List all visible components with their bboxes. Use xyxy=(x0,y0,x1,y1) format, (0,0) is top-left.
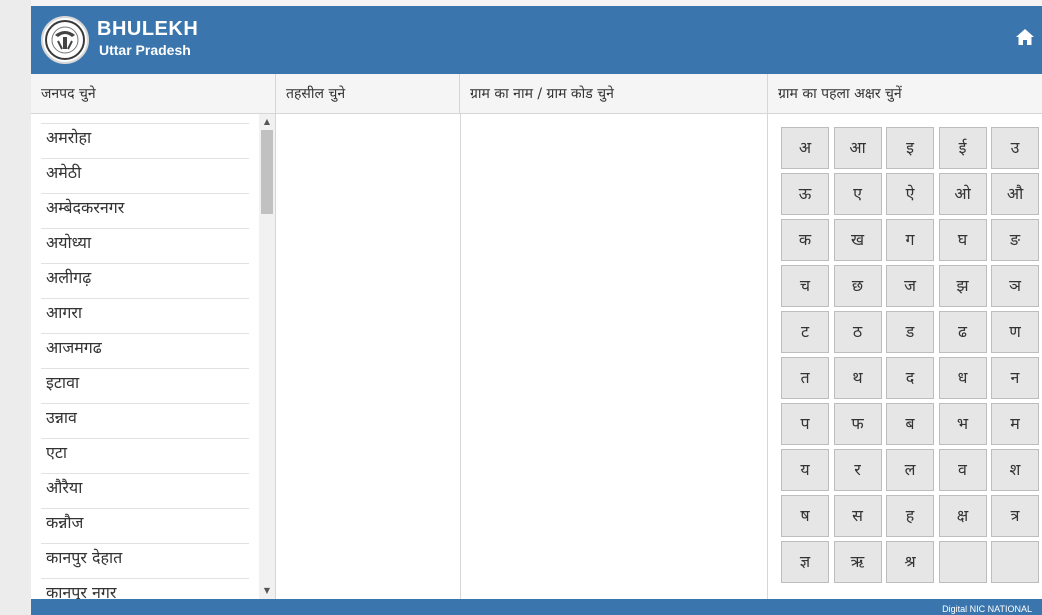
scroll-down-arrow-icon[interactable]: ▼ xyxy=(259,585,275,597)
letter-button[interactable]: व xyxy=(938,449,987,491)
district-item[interactable]: उन्नाव xyxy=(41,403,249,438)
letter-button[interactable]: त्र xyxy=(991,495,1039,537)
village-panel[interactable] xyxy=(461,114,768,599)
letter-button[interactable]: अ xyxy=(781,127,829,169)
letter-button[interactable]: ख xyxy=(833,219,882,261)
letter-button[interactable]: ओ xyxy=(938,173,987,215)
letter-button[interactable]: झ xyxy=(938,265,987,307)
district-item[interactable]: कानपुर नगर xyxy=(41,578,249,599)
district-item[interactable]: आगरा xyxy=(41,298,249,333)
letter-button[interactable]: श्र xyxy=(886,541,934,583)
district-item[interactable]: अलीगढ़ xyxy=(41,263,249,298)
letter-button[interactable]: र xyxy=(833,449,882,491)
letter-button[interactable]: आ xyxy=(833,127,882,169)
left-gutter xyxy=(0,0,31,615)
letter-button[interactable]: क्ष xyxy=(938,495,987,537)
letter-button[interactable]: च xyxy=(781,265,829,307)
letter-button[interactable]: उ xyxy=(991,127,1039,169)
district-item[interactable]: आजमगढ xyxy=(41,333,249,368)
letter-button[interactable]: भ xyxy=(938,403,987,445)
column-headers: जनपद चुने तहसील चुने ग्राम का नाम / ग्रा… xyxy=(31,74,1042,114)
district-item[interactable]: कानपुर देहात xyxy=(41,543,249,578)
district-item[interactable]: इटावा xyxy=(41,368,249,403)
brand-subtitle: Uttar Pradesh xyxy=(99,42,191,58)
emblem-icon xyxy=(45,20,85,60)
letter-button[interactable]: क xyxy=(781,219,829,261)
letter-button[interactable] xyxy=(991,541,1039,583)
district-item[interactable]: औरैया xyxy=(41,473,249,508)
letter-button[interactable]: घ xyxy=(938,219,987,261)
letter-button[interactable]: स xyxy=(833,495,882,537)
scroll-up-arrow-icon[interactable]: ▲ xyxy=(259,116,275,128)
tehsil-column-header: तहसील चुने xyxy=(276,74,460,114)
letter-button[interactable]: फ xyxy=(833,403,882,445)
letter-button[interactable]: ष xyxy=(781,495,829,537)
footer: Digital NIC NATIONAL xyxy=(31,599,1042,615)
district-item[interactable]: कन्नौज xyxy=(41,508,249,543)
letter-button[interactable]: ऐ xyxy=(886,173,934,215)
letter-button[interactable]: ए xyxy=(833,173,882,215)
district-list[interactable]: अमरोहा अमेठी अम्बेदकरनगर अयोध्या अलीगढ़ आगरा आ… xyxy=(41,123,249,599)
letter-button[interactable]: ड xyxy=(886,311,934,353)
letter-button[interactable]: ह xyxy=(886,495,934,537)
up-emblem-logo xyxy=(41,16,89,64)
letter-button[interactable]: ऊ xyxy=(781,173,829,215)
letter-button[interactable]: ठ xyxy=(833,311,882,353)
letter-button[interactable]: ङ xyxy=(991,219,1039,261)
letter-button[interactable]: इ xyxy=(886,127,934,169)
app-header: BHULEKH Uttar Pradesh xyxy=(31,6,1042,74)
village-column-header: ग्राम का नाम / ग्राम कोड चुने xyxy=(460,74,768,114)
letter-button[interactable]: ई xyxy=(938,127,987,169)
letter-button[interactable]: थ xyxy=(833,357,882,399)
letter-button[interactable]: प xyxy=(781,403,829,445)
district-item[interactable]: अमरोहा xyxy=(41,123,249,158)
letter-button[interactable]: छ xyxy=(833,265,882,307)
letter-button[interactable]: त xyxy=(781,357,829,399)
letter-button[interactable]: ञ xyxy=(991,265,1039,307)
letter-button[interactable]: ऋ xyxy=(833,541,882,583)
letter-button[interactable]: ज xyxy=(886,265,934,307)
district-scrollbar[interactable]: ▲ ▼ xyxy=(259,114,275,599)
letter-button[interactable]: ण xyxy=(991,311,1039,353)
letter-button[interactable]: म xyxy=(991,403,1039,445)
letter-button[interactable]: द xyxy=(886,357,934,399)
letter-button[interactable]: ट xyxy=(781,311,829,353)
letter-button[interactable]: ल xyxy=(886,449,934,491)
district-item[interactable]: एटा xyxy=(41,438,249,473)
district-item[interactable]: अम्बेदकरनगर xyxy=(41,193,249,228)
home-icon[interactable] xyxy=(1014,26,1036,48)
footer-logos: Digital NIC NATIONAL xyxy=(942,604,1032,614)
letter-button[interactable]: ढ xyxy=(938,311,987,353)
letter-button[interactable]: ग xyxy=(886,219,934,261)
letter-button[interactable]: य xyxy=(781,449,829,491)
letter-button[interactable]: श xyxy=(991,449,1039,491)
letter-button[interactable]: न xyxy=(991,357,1039,399)
tehsil-panel[interactable] xyxy=(276,114,461,599)
letter-button[interactable]: औ xyxy=(991,173,1039,215)
letter-button[interactable] xyxy=(938,541,987,583)
district-column-header: जनपद चुने xyxy=(31,74,276,114)
letter-button[interactable]: ध xyxy=(938,357,987,399)
letter-button[interactable]: ज्ञ xyxy=(781,541,829,583)
first-letter-column-header: ग्राम का पहला अक्षर चुनें xyxy=(778,86,902,102)
brand-title: BHULEKH xyxy=(97,18,199,40)
district-item[interactable]: अमेठी xyxy=(41,158,249,193)
scroll-thumb[interactable] xyxy=(261,130,273,214)
district-item[interactable]: अयोध्या xyxy=(41,228,249,263)
letter-button[interactable]: ब xyxy=(886,403,934,445)
